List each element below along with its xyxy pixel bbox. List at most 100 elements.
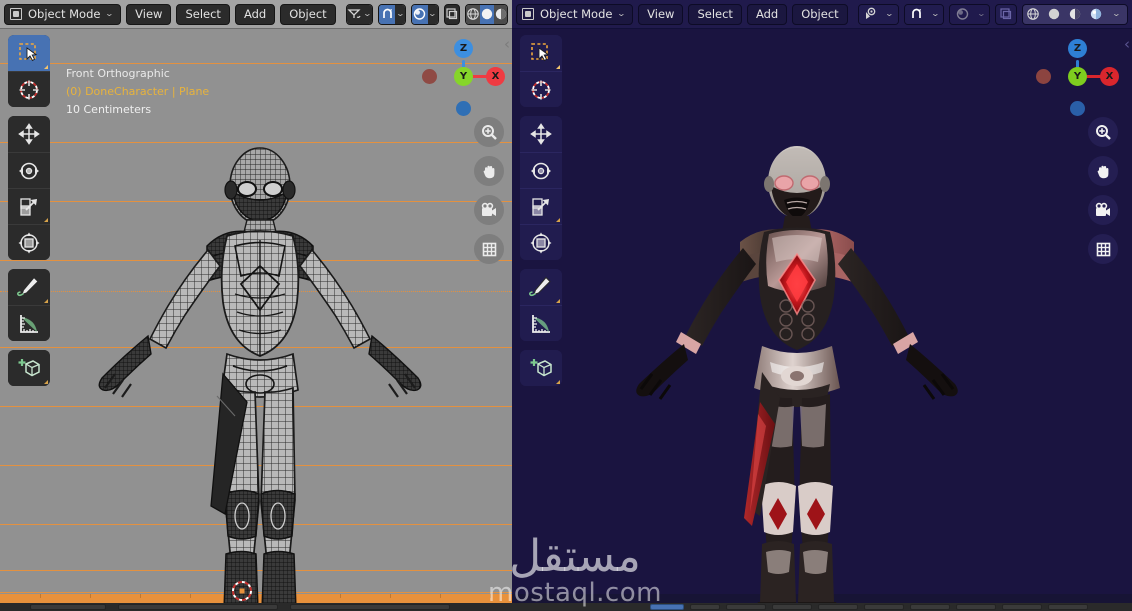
material-preview-shading-icon[interactable] xyxy=(1064,4,1086,24)
bottom-segment[interactable] xyxy=(726,604,766,610)
gizmo-neg-z-ball[interactable] xyxy=(1070,101,1085,116)
right-menu-add[interactable]: Add xyxy=(746,3,788,25)
gizmo-y-ball[interactable]: Y xyxy=(1068,67,1087,86)
bottom-segment[interactable] xyxy=(910,604,950,610)
wireframe-shading-icon[interactable] xyxy=(1023,4,1044,24)
scale-tool[interactable] xyxy=(8,188,50,224)
gizmo-x-ball[interactable]: X xyxy=(1100,67,1119,86)
visibility-eye-icon[interactable] xyxy=(858,4,883,24)
right-visibility-chevron-icon[interactable]: ⌄ xyxy=(882,4,898,24)
left-menu-select[interactable]: Select xyxy=(176,3,230,25)
pan-view-button[interactable] xyxy=(1088,156,1118,186)
add-cube-tool[interactable] xyxy=(520,350,562,386)
bottom-segment[interactable] xyxy=(290,604,450,610)
left-snap-chevron-icon[interactable]: ⌄ xyxy=(394,4,406,24)
left-menu-object[interactable]: Object xyxy=(280,3,336,25)
toggle-orthographic-button[interactable] xyxy=(1088,234,1118,264)
camera-view-button[interactable] xyxy=(1088,195,1118,225)
right-menu-select[interactable]: Select xyxy=(688,3,742,25)
right-snap-chevron-icon[interactable]: ⌄ xyxy=(928,4,944,24)
tool-submenu-corner-icon xyxy=(556,380,560,384)
right-viewport-toolbar xyxy=(520,35,562,395)
tool-submenu-corner-icon xyxy=(44,218,48,222)
bottom-segment[interactable] xyxy=(690,604,720,610)
material-preview-shading-icon[interactable] xyxy=(493,4,508,24)
cursor-tool[interactable] xyxy=(8,71,50,107)
proportional-edit-icon[interactable] xyxy=(412,4,428,24)
annotate-tool[interactable] xyxy=(8,269,50,305)
left-transform-orientation-group: ⌄ xyxy=(345,3,374,25)
gizmo-z-ball[interactable]: Z xyxy=(454,39,473,58)
camera-view-button[interactable] xyxy=(474,195,504,225)
left-viewport-toolbar xyxy=(8,35,50,395)
zoom-view-button[interactable] xyxy=(1088,117,1118,147)
bottom-segment[interactable] xyxy=(772,604,812,610)
wireframe-shading-icon[interactable] xyxy=(465,4,480,24)
rotate-tool[interactable] xyxy=(8,152,50,188)
right-show-gizmo-button[interactable] xyxy=(995,3,1018,25)
bottom-segment-active[interactable] xyxy=(650,604,684,610)
left-navigation-gizmo[interactable]: Z Y X xyxy=(420,33,505,117)
right-shading-mode-group: ⌄ xyxy=(1022,3,1128,25)
left-toolbar-group-transform xyxy=(8,116,50,260)
scale-tool[interactable] xyxy=(520,188,562,224)
zoom-view-button[interactable] xyxy=(474,117,504,147)
snap-magnet-icon[interactable] xyxy=(379,4,395,24)
left-viewport-canvas[interactable]: Front Orthographic (0) DoneCharacter | P… xyxy=(0,29,512,603)
left-object-info: (0) DoneCharacter | Plane xyxy=(66,85,210,98)
left-menu-view[interactable]: View xyxy=(126,3,172,25)
pan-view-button[interactable] xyxy=(474,156,504,186)
bottom-segment[interactable] xyxy=(956,604,996,610)
left-object-mode-selector[interactable]: Object Mode ⌄ xyxy=(4,3,122,25)
transform-orientation-icon[interactable] xyxy=(346,4,363,24)
solid-shading-icon[interactable] xyxy=(479,4,494,24)
bottom-segment[interactable] xyxy=(818,604,858,610)
right-object-mode-selector[interactable]: Object Mode ⌄ xyxy=(516,3,634,25)
measure-tool[interactable] xyxy=(8,305,50,341)
transform-tool[interactable] xyxy=(8,224,50,260)
bottom-segment[interactable] xyxy=(864,604,904,610)
left-toolbar-group-select xyxy=(8,35,50,107)
toggle-orthographic-button[interactable] xyxy=(474,234,504,264)
right-collapse-sidebar-arrow[interactable]: ‹ xyxy=(1124,37,1130,52)
bottom-segment[interactable] xyxy=(1048,604,1088,610)
gizmo-x-ball[interactable]: X xyxy=(486,67,505,86)
gizmo-neg-x-ball[interactable] xyxy=(422,69,437,84)
rotate-tool[interactable] xyxy=(520,152,562,188)
right-menu-view[interactable]: View xyxy=(638,3,684,25)
add-cube-tool[interactable] xyxy=(8,350,50,386)
snap-magnet-icon[interactable] xyxy=(904,4,928,24)
right-navigation-gizmo[interactable]: Z Y X xyxy=(1034,33,1119,117)
right-proportional-chevron-icon[interactable]: ⌄ xyxy=(973,4,990,24)
left-orientation-chevron-icon[interactable]: ⌄ xyxy=(362,4,373,24)
solid-shading-icon[interactable] xyxy=(1043,4,1065,24)
select-box-tool[interactable] xyxy=(520,35,562,71)
bottom-segment[interactable] xyxy=(118,604,278,610)
right-character-rendered-model[interactable] xyxy=(612,134,982,603)
right-viewport-canvas[interactable]: Z Y X ‹ xyxy=(512,29,1132,603)
chevron-down-icon: ⌄ xyxy=(105,9,115,18)
left-collapse-sidebar-arrow[interactable]: ‹ xyxy=(504,37,510,52)
right-menu-object[interactable]: Object xyxy=(792,3,848,25)
measure-tool[interactable] xyxy=(520,305,562,341)
bottom-segment[interactable] xyxy=(30,604,106,610)
rendered-shading-icon[interactable] xyxy=(1085,4,1107,24)
gizmo-neg-z-ball[interactable] xyxy=(456,101,471,116)
select-box-tool[interactable] xyxy=(8,35,50,71)
tool-submenu-corner-icon xyxy=(556,65,560,69)
shading-options-chevron-icon[interactable]: ⌄ xyxy=(1106,4,1127,24)
transform-tool[interactable] xyxy=(520,224,562,260)
gizmo-z-ball[interactable]: Z xyxy=(1068,39,1087,58)
gizmo-neg-x-ball[interactable] xyxy=(1036,69,1051,84)
annotate-tool[interactable] xyxy=(520,269,562,305)
proportional-edit-icon[interactable] xyxy=(950,4,974,24)
gizmo-y-ball[interactable]: Y xyxy=(454,67,473,86)
left-proportional-chevron-icon[interactable]: ⌄ xyxy=(427,4,438,24)
left-character-wireframe-model[interactable] xyxy=(75,134,445,603)
left-show-gizmo-button[interactable] xyxy=(443,3,460,25)
move-tool[interactable] xyxy=(8,116,50,152)
move-tool[interactable] xyxy=(520,116,562,152)
left-menu-add[interactable]: Add xyxy=(234,3,276,25)
bottom-segment[interactable] xyxy=(1002,604,1042,610)
cursor-tool[interactable] xyxy=(520,71,562,107)
